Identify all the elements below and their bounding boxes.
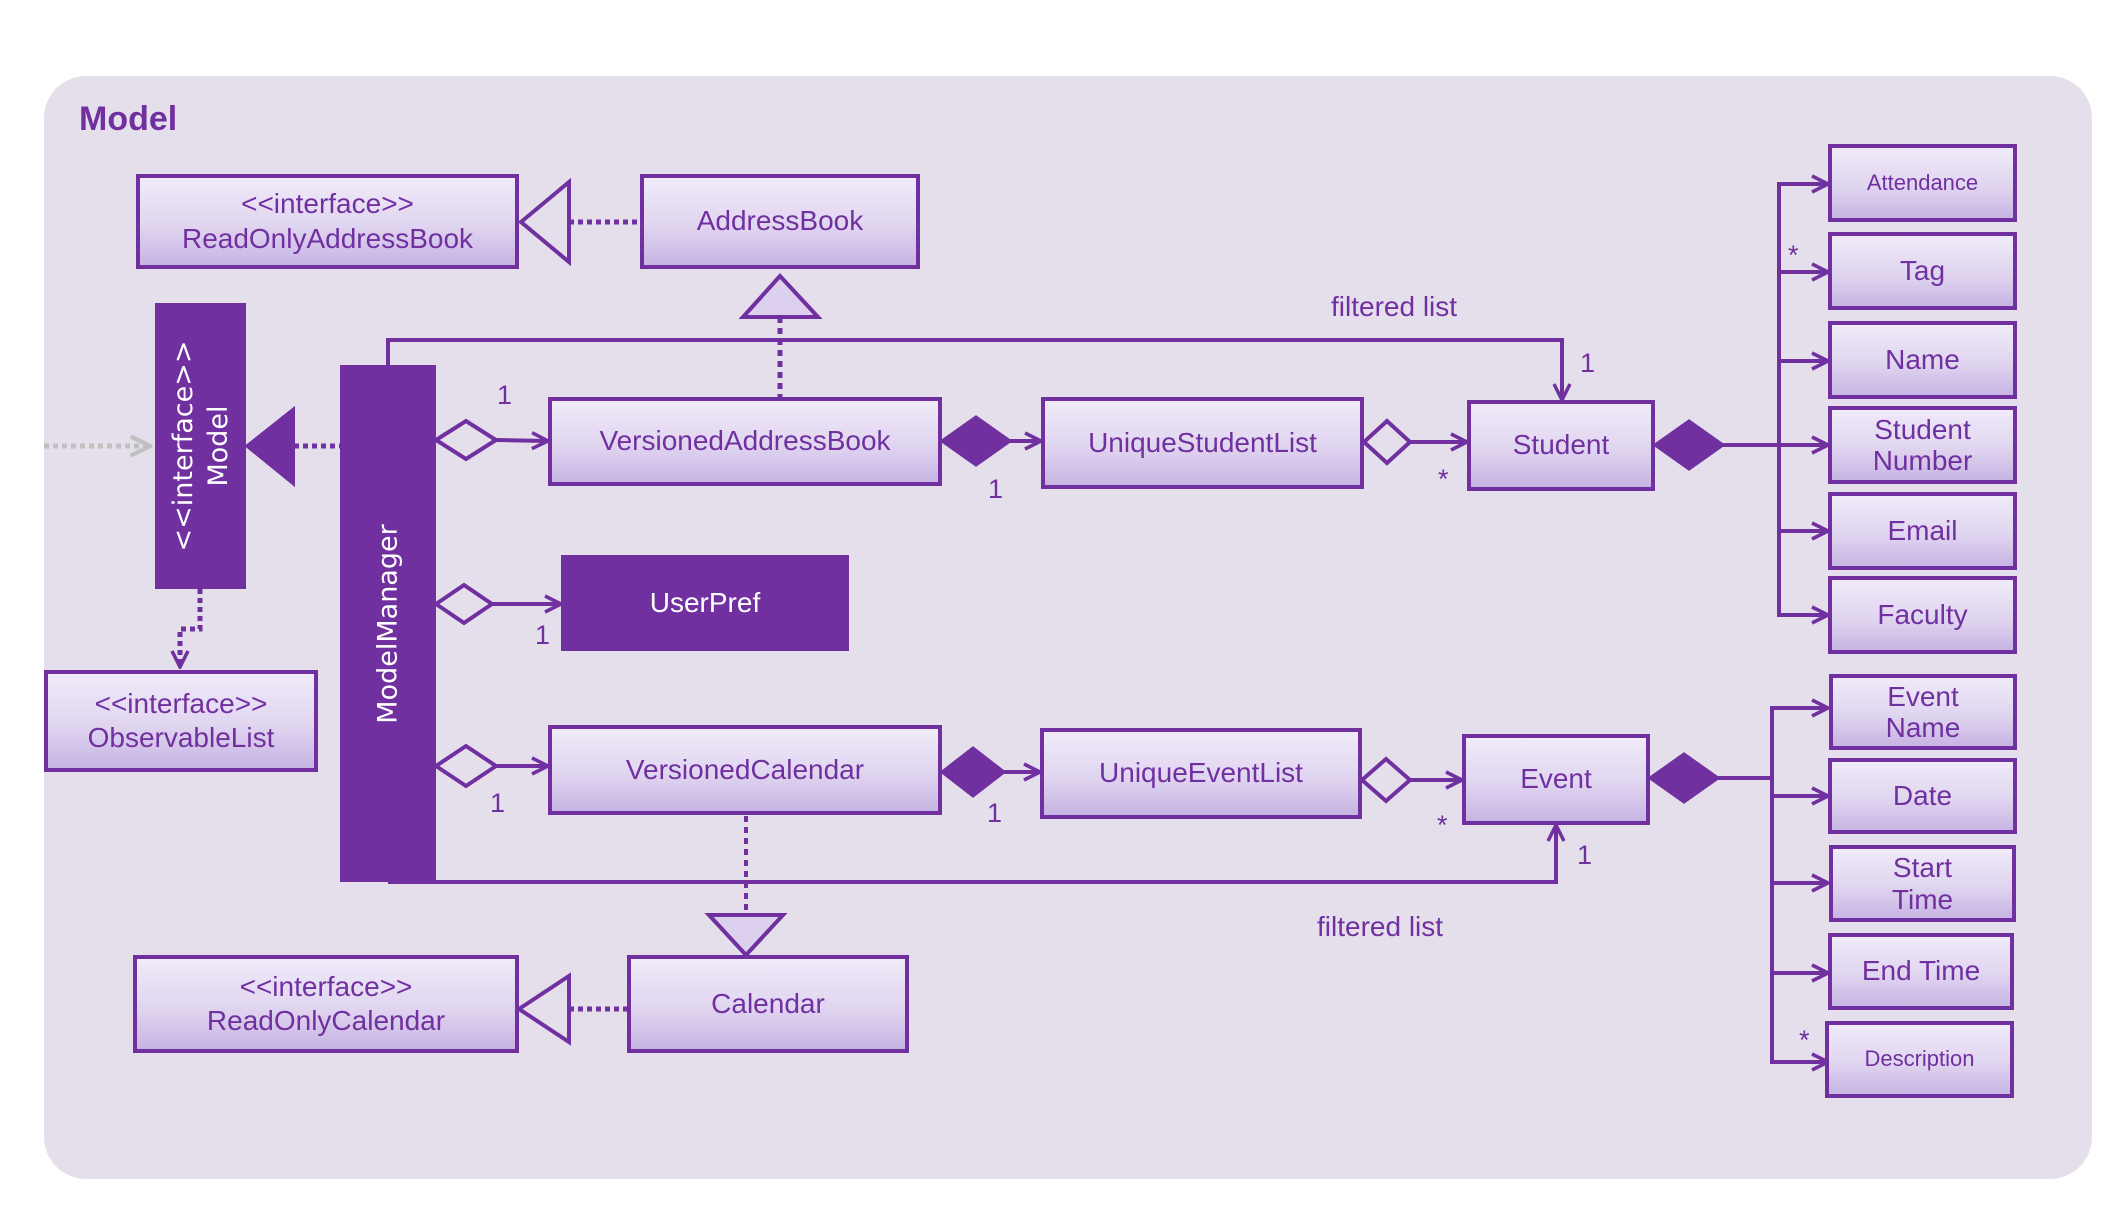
class-uniqueeventlist: UniqueEventList [1040,728,1362,819]
attribute-attendance: Attendance [1828,144,2017,222]
attribute-label: Tag [1899,254,1946,286]
attribute-tag: Tag [1828,232,2017,310]
attribute-description: Description [1825,1021,2014,1098]
multiplicity-student-tag: * [1788,240,1799,270]
class-name: AddressBook [696,205,864,237]
attribute-label: Email [1887,514,1958,546]
stereotype-label: <<interface>> [241,188,414,220]
class-addressbook: AddressBook [640,174,920,269]
class-name: ReadOnlyAddressBook [181,222,474,254]
multiplicity-filtered-student: 1 [1580,348,1596,378]
student-attribute-arrows [1779,184,1828,615]
interface-readonlycalendar: <<interface>> ReadOnlyCalendar [133,955,519,1053]
interface-model: <<interface>> Model [155,303,246,589]
stereotype-label: <<interface>> [239,970,413,1002]
filtered-list-line-student [386,338,1562,400]
multiplicity-vab-usl: 1 [988,474,1004,504]
realization-triangle-model [244,405,295,488]
class-name: ObservableList [87,722,275,753]
attribute-label: Description [1864,1046,1975,1072]
stereotype-label: <<interface>> [167,340,199,552]
realization-triangle-readonlycalendar [515,972,571,1046]
composition-diamond-uel [939,746,1007,798]
class-name: Model [202,405,234,487]
attribute-end-time: End Time [1828,933,2014,1010]
aggregation-diamond-event [1358,756,1414,804]
class-calendar: Calendar [627,955,909,1053]
class-name: Event [1520,763,1592,795]
multiplicity-event-description: * [1799,1025,1810,1055]
attribute-label: Faculty [1877,598,1968,630]
multiplicity-mm-userpref: 1 [535,620,551,650]
attribute-name: Name [1828,321,2017,399]
event-attribute-arrows [1772,708,1828,1062]
filtered-list-line-event [388,825,1556,884]
class-name: ReadOnlyCalendar [206,1005,446,1036]
association-line-vab [495,440,548,441]
aggregation-diamond-vab [432,418,500,462]
class-readonlyaddressbook: <<interface>> ReadOnlyAddressBook [136,174,519,269]
class-name: Student [1512,429,1610,461]
class-name: ModelManager [372,523,404,724]
realization-triangle-addressbook [517,177,571,267]
class-event: Event [1462,734,1650,825]
class-name: UserPref [649,586,761,618]
class-versionedaddressbook: VersionedAddressBook [548,397,942,486]
class-name: UniqueEventList [1099,757,1303,789]
aggregation-diamond-userpref [432,582,496,626]
stereotype-label: <<interface>> [94,687,268,719]
attribute-student-number: Student Number [1828,406,2017,484]
attribute-label-line1: Start [1892,852,1953,884]
class-name: VersionedAddressBook [599,425,891,457]
attribute-label-line2: Number [1872,445,1973,476]
attribute-label-line2: Name [1885,712,1961,743]
multiplicity-mm-vab: 1 [497,380,513,410]
composition-diamond-usl [939,415,1013,467]
class-name: Calendar [711,987,825,1019]
multiplicity-usl-student: * [1438,464,1449,494]
multiplicity-mm-vc: 1 [490,788,506,818]
attribute-label: Attendance [1866,169,1979,195]
composition-diamond-student-attributes [1652,419,1726,471]
diagram-canvas: Model <<interface>> ReadOnlyAddressBook … [0,0,2126,1207]
attribute-label-line2: Time [1891,883,1954,915]
multiplicity-vc-uel: 1 [987,798,1003,828]
class-userpref: UserPref [561,555,849,651]
attribute-email: Email [1828,492,2017,570]
class-name: VersionedCalendar [625,753,865,785]
multiplicity-filtered-event: 1 [1577,840,1593,870]
attribute-label: End Time [1861,955,1981,987]
attribute-label-line1: Student [1874,413,1971,445]
aggregation-diamond-vc [432,743,500,789]
attribute-label: Date [1892,779,1953,811]
class-student: Student [1467,400,1655,491]
class-versionedcalendar: VersionedCalendar [548,725,942,815]
composition-diamond-event-attributes [1647,752,1721,804]
class-uniquestudentlist: UniqueStudentList [1041,397,1364,489]
attribute-date: Date [1828,758,2017,834]
aggregation-diamond-student [1361,418,1413,466]
attribute-faculty: Faculty [1828,576,2017,654]
filtered-list-label-event: filtered list [1317,911,1444,942]
attribute-label-line1: Event [1887,680,1959,712]
attribute-label: Name [1885,343,1960,375]
attribute-start-time: Start Time [1829,845,2016,922]
class-name: UniqueStudentList [1088,426,1317,458]
generalization-triangle-addressbook [738,273,823,319]
filtered-list-label-student: filtered list [1331,291,1458,322]
generalization-triangle-calendar [704,913,788,958]
class-modelmanager: ModelManager [340,365,436,882]
multiplicity-uel-event: * [1437,810,1448,840]
interface-observablelist: <<interface>> ObservableList [44,670,318,772]
dependency-line-observablelist [180,589,203,667]
attribute-event-name: Event Name [1829,674,2017,750]
